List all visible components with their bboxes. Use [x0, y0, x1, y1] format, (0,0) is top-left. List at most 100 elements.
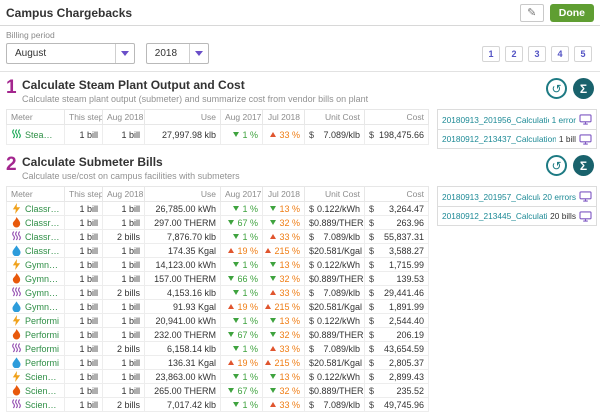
- meter-link[interactable]: Gymnasi: [25, 288, 60, 298]
- sigma-icon: Σ: [579, 81, 588, 96]
- summarize-button[interactable]: Σ: [573, 155, 594, 176]
- column-header[interactable]: Unit Cost: [304, 186, 365, 202]
- current-period-cell: 1 bill: [102, 313, 145, 328]
- column-header[interactable]: Aug 2018: [102, 186, 145, 202]
- column-header[interactable]: Cost: [364, 186, 429, 202]
- meter-link[interactable]: Classroo: [25, 232, 60, 242]
- percent-change: 1 %: [242, 371, 258, 382]
- recalculate-button[interactable]: ↺: [546, 78, 567, 99]
- column-header[interactable]: Aug 2018: [102, 109, 145, 125]
- use-cell: 7,876.70 klb: [144, 229, 221, 244]
- meter-link[interactable]: Science L: [25, 372, 60, 382]
- calculation-file-link[interactable]: 20180913_201956_Calculation...: [442, 115, 549, 125]
- section-submeter-bills: 2 Calculate Submeter Bills Calculate use…: [0, 149, 600, 412]
- column-header[interactable]: Meter: [6, 109, 65, 125]
- meter-link[interactable]: Classroo: [25, 204, 60, 214]
- gas-meter-icon: [11, 385, 22, 396]
- meter-link[interactable]: Science L: [25, 386, 60, 396]
- trend-down-icon: [270, 262, 277, 267]
- percent-change: 32 %: [279, 385, 300, 396]
- percent-change: 1 %: [242, 343, 258, 354]
- trend-up-icon: [270, 402, 277, 407]
- section-title: Calculate Submeter Bills: [22, 155, 163, 169]
- unit-cost-cell: $0.122/kWh: [304, 257, 365, 272]
- summarize-button[interactable]: Σ: [573, 78, 594, 99]
- trend-down-icon: [233, 234, 240, 239]
- percent-change: 13 %: [279, 315, 300, 326]
- current-period-cell: 2 bills: [102, 229, 145, 244]
- meter-cell: Classroo: [6, 215, 65, 230]
- report-monitor-icon[interactable]: [579, 133, 592, 145]
- pagination: 12345: [482, 46, 592, 62]
- meter-link[interactable]: Steam Pla: [25, 130, 60, 140]
- trend-up-icon: [265, 248, 272, 253]
- trend-down-icon: [228, 276, 235, 281]
- billing-year-select[interactable]: 2018: [145, 43, 209, 64]
- column-header[interactable]: Use: [144, 186, 221, 202]
- column-header[interactable]: Use: [144, 109, 221, 125]
- page-button[interactable]: 2: [505, 46, 523, 62]
- currency-symbol: $: [369, 203, 375, 214]
- prior-year-change-cell: 1 %: [220, 257, 263, 272]
- calculation-file-link[interactable]: 20180912_213445_Calculation...: [442, 211, 547, 221]
- column-header[interactable]: Cost: [364, 109, 429, 125]
- trend-down-icon: [228, 220, 235, 225]
- report-monitor-icon[interactable]: [579, 210, 592, 222]
- this-step-cell: 1 bill: [64, 243, 103, 258]
- page-button[interactable]: 5: [574, 46, 592, 62]
- percent-change: 33 %: [279, 129, 300, 140]
- column-header[interactable]: Jul 2018: [262, 109, 305, 125]
- trend-up-icon: [265, 304, 272, 309]
- column-header[interactable]: Jul 2018: [262, 186, 305, 202]
- prior-year-change-cell: 1 %: [220, 124, 263, 145]
- percent-change: 1 %: [242, 287, 258, 298]
- section-header: 2 Calculate Submeter Bills Calculate use…: [6, 155, 594, 181]
- column-header[interactable]: Meter: [6, 186, 65, 202]
- percent-change: 1 %: [242, 203, 258, 214]
- page-button[interactable]: 1: [482, 46, 500, 62]
- calculation-file-link[interactable]: 20180913_201957_Calculation...: [442, 192, 540, 202]
- prior-year-change-cell: 66 %: [220, 271, 263, 286]
- this-step-cell: 1 bill: [64, 397, 103, 412]
- done-button[interactable]: Done: [549, 3, 594, 22]
- column-header[interactable]: Aug 2017: [220, 186, 263, 202]
- meter-link[interactable]: Gymnasi: [25, 260, 60, 270]
- meter-cell: Gymnasi: [6, 257, 65, 272]
- meter-link[interactable]: Performi: [25, 330, 59, 340]
- column-header[interactable]: Unit Cost: [304, 109, 365, 125]
- percent-change: 13 %: [279, 371, 300, 382]
- current-period-cell: 1 bill: [102, 369, 145, 384]
- trend-down-icon: [233, 402, 240, 407]
- recalculate-button[interactable]: ↺: [546, 155, 567, 176]
- percent-change: 215 %: [274, 301, 300, 312]
- meter-link[interactable]: Performi: [25, 358, 59, 368]
- edit-button[interactable]: ✎: [519, 3, 544, 22]
- meter-link[interactable]: Gymnasi: [25, 274, 60, 284]
- page-button[interactable]: 4: [551, 46, 569, 62]
- meter-cell: Performi: [6, 341, 65, 356]
- prior-year-change-cell: 67 %: [220, 327, 263, 342]
- column-header[interactable]: This step: [64, 186, 103, 202]
- meter-link[interactable]: Science L: [25, 400, 60, 410]
- calculation-file-link[interactable]: 20180912_213437_Calculation...: [442, 134, 556, 144]
- file-status[interactable]: 20 errors: [543, 192, 576, 202]
- column-header[interactable]: This step: [64, 109, 103, 125]
- meter-link[interactable]: Classroo: [25, 246, 60, 256]
- billing-month-select[interactable]: August: [6, 43, 135, 64]
- cost-cell: $198,475.66: [364, 124, 429, 145]
- file-status[interactable]: 1 error: [552, 115, 576, 125]
- trend-up-icon: [228, 360, 235, 365]
- report-monitor-icon[interactable]: [579, 191, 592, 202]
- page-button[interactable]: 3: [528, 46, 546, 62]
- steam-meter-icon: [11, 399, 22, 410]
- currency-symbol: $: [309, 259, 315, 270]
- water-meter-icon: [11, 357, 22, 368]
- meter-row: Classroo 1 bill 2 bills 7,876.70 klb 1 %…: [6, 229, 429, 244]
- trend-down-icon: [270, 332, 277, 337]
- meter-link[interactable]: Performi: [25, 344, 59, 354]
- meter-link[interactable]: Classroo: [25, 218, 60, 228]
- report-monitor-icon[interactable]: [579, 114, 592, 125]
- column-header[interactable]: Aug 2017: [220, 109, 263, 125]
- meter-link[interactable]: Gymnasi: [25, 302, 60, 312]
- meter-link[interactable]: Performi: [25, 316, 59, 326]
